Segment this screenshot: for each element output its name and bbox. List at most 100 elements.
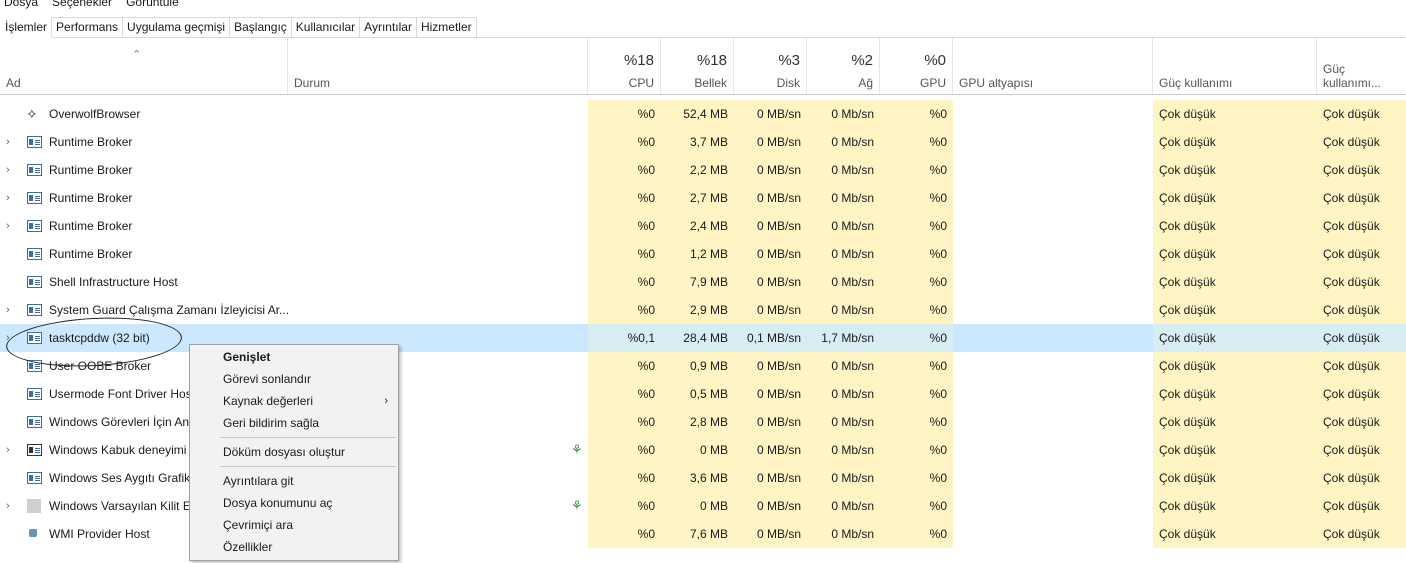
power-cell: Çok düşük <box>1153 520 1317 548</box>
gpu-cell: %0 <box>880 184 953 212</box>
chevron-right-icon[interactable]: › <box>6 212 10 240</box>
gpu-cell: %0 <box>880 352 953 380</box>
menu-view[interactable]: Görüntüle <box>119 0 186 10</box>
disk-cell: 0 MB/sn <box>734 184 807 212</box>
table-row[interactable]: Runtime Broker %0 1,2 MB 0 MB/sn 0 Mb/sn %0 Ço… <box>0 240 1406 268</box>
context-menu-item[interactable]: Genişlet <box>190 346 398 368</box>
tab-users[interactable]: Kullanıcılar <box>290 17 361 37</box>
gpu-cell: %0 <box>880 464 953 492</box>
menu-options[interactable]: Seçenekler <box>45 0 119 10</box>
context-menu-label: Ayrıntılara git <box>223 474 294 488</box>
col-gpu-engine[interactable]: GPU altyapısı <box>953 38 1153 94</box>
process-name: Runtime Broker <box>49 163 133 177</box>
chevron-right-icon[interactable]: › <box>6 324 10 352</box>
cpu-cell: %0 <box>588 492 661 520</box>
table-row[interactable]: Shell Infrastructure Host %0 7,9 MB 0 MB/sn… <box>0 268 1406 296</box>
cpu-cell: %0 <box>588 380 661 408</box>
power-cell: Çok düşük <box>1153 268 1317 296</box>
power-trend-cell: Çok düşük <box>1317 464 1406 492</box>
tab-startup[interactable]: Başlangıç <box>229 17 292 37</box>
table-row[interactable]: › Runtime Broker %0 2,4 MB 0 MB/sn 0 Mb/sn %0 Ç… <box>0 212 1406 240</box>
process-icon <box>27 136 42 148</box>
context-menu-item[interactable]: Döküm dosyası oluştur <box>190 441 398 463</box>
memory-cell: 3,7 MB <box>661 128 734 156</box>
tab-performance[interactable]: Performans <box>51 17 124 37</box>
cpu-cell: %0 <box>588 352 661 380</box>
chevron-right-icon[interactable]: › <box>6 296 10 324</box>
col-power[interactable]: Güç kullanımı <box>1153 38 1317 94</box>
context-menu-item[interactable]: Ayrıntılara git <box>190 470 398 492</box>
table-row[interactable]: › Runtime Broker %0 3,7 MB 0 MB/sn 0 Mb/sn %0 Ç… <box>0 128 1406 156</box>
chevron-right-icon: › <box>384 395 388 407</box>
memory-cell: 28,4 MB <box>661 324 734 352</box>
network-cell: 0 Mb/sn <box>807 408 880 436</box>
disk-cell: 0,1 MB/sn <box>734 324 807 352</box>
network-cell: 0 Mb/sn <box>807 184 880 212</box>
menu-file[interactable]: Dosya <box>0 0 45 10</box>
disk-cell: 0 MB/sn <box>734 492 807 520</box>
window-icon <box>27 444 42 456</box>
gpu-cell: %0 <box>880 520 953 548</box>
disk-cell: 0 MB/sn <box>734 212 807 240</box>
disk-cell: 0 MB/sn <box>734 520 807 548</box>
col-memory[interactable]: %18 Bellek <box>661 38 734 94</box>
sort-up-icon: ⌃ <box>132 49 142 61</box>
power-trend-cell: Çok düşük <box>1317 128 1406 156</box>
context-menu-item[interactable]: Dosya konumunu aç <box>190 492 398 514</box>
chevron-right-icon[interactable]: › <box>6 436 10 464</box>
gpu-engine-cell <box>953 128 1153 156</box>
process-icon <box>27 164 42 176</box>
leaf-icon: ⚘ <box>571 498 583 513</box>
table-row[interactable]: ✧ OverwolfBrowser %0 52,4 MB 0 MB/sn 0 Mb/sn%… <box>0 100 1406 128</box>
context-menu-item[interactable]: Çevrimiçi ara <box>190 514 398 536</box>
context-menu-item[interactable]: Geri bildirim sağla <box>190 412 398 434</box>
memory-cell: 0,9 MB <box>661 352 734 380</box>
disk-cell: 0 MB/sn <box>734 352 807 380</box>
tab-processes[interactable]: İşlemler <box>0 17 53 38</box>
context-menu-label: Özellikler <box>223 540 273 554</box>
power-cell: Çok düşük <box>1153 352 1317 380</box>
chevron-right-icon[interactable]: › <box>6 156 10 184</box>
chevron-right-icon[interactable]: › <box>6 128 10 156</box>
process-name: Runtime Broker <box>49 135 133 149</box>
tab-app-history[interactable]: Uygulama geçmişi <box>122 17 231 37</box>
col-network[interactable]: %2 Ağ <box>807 38 880 94</box>
memory-cell: 52,4 MB <box>661 100 734 128</box>
col-name[interactable]: ⌃ Ad <box>0 38 288 94</box>
process-name: Runtime Broker <box>49 191 133 205</box>
context-menu-item[interactable]: Kaynak değerleri › <box>190 390 398 412</box>
tab-details[interactable]: Ayrıntılar <box>359 17 417 37</box>
context-menu-item[interactable]: Görevi sonlandır <box>190 368 398 390</box>
col-disk[interactable]: %3 Disk <box>734 38 807 94</box>
tab-services[interactable]: Hizmetler <box>415 17 477 37</box>
column-header: ⌃ Ad Durum %18 CPU %18 Bellek %3 Disk %2… <box>0 38 1406 95</box>
network-cell: 0 Mb/sn <box>807 520 880 548</box>
process-icon <box>27 388 42 400</box>
chevron-right-icon[interactable]: › <box>6 184 10 212</box>
col-cpu[interactable]: %18 CPU <box>588 38 661 94</box>
col-gpu[interactable]: %0 GPU <box>880 38 953 94</box>
cpu-cell: %0 <box>588 128 661 156</box>
gpu-engine-cell <box>953 492 1153 520</box>
memory-cell: 2,4 MB <box>661 212 734 240</box>
power-trend-cell: Çok düşük <box>1317 184 1406 212</box>
table-row[interactable]: › Runtime Broker %0 2,7 MB 0 MB/sn 0 Mb/sn %0 Ç… <box>0 184 1406 212</box>
power-trend-cell: Çok düşük <box>1317 100 1406 128</box>
memory-cell: 7,9 MB <box>661 268 734 296</box>
power-cell: Çok düşük <box>1153 296 1317 324</box>
table-row[interactable]: › System Guard Çalışma Zamanı İzleyicisi … <box>0 296 1406 324</box>
table-row[interactable]: › Runtime Broker %0 2,2 MB 0 MB/sn 0 Mb/sn %0 Ç… <box>0 156 1406 184</box>
process-name: Usermode Font Driver Host <box>49 387 196 401</box>
network-cell: 0 Mb/sn <box>807 156 880 184</box>
col-power-trend[interactable]: Güç kullanımı... <box>1317 38 1406 94</box>
gpu-cell: %0 <box>880 156 953 184</box>
memory-cell: 7,6 MB <box>661 520 734 548</box>
leaf-icon: ⚘ <box>571 442 583 457</box>
chevron-right-icon[interactable]: › <box>6 492 10 520</box>
gpu-cell: %0 <box>880 436 953 464</box>
process-icon <box>27 304 42 316</box>
disk-cell: 0 MB/sn <box>734 380 807 408</box>
context-menu-item[interactable]: Özellikler <box>190 536 398 558</box>
col-status[interactable]: Durum <box>288 38 588 94</box>
network-cell: 0 Mb/sn <box>807 380 880 408</box>
